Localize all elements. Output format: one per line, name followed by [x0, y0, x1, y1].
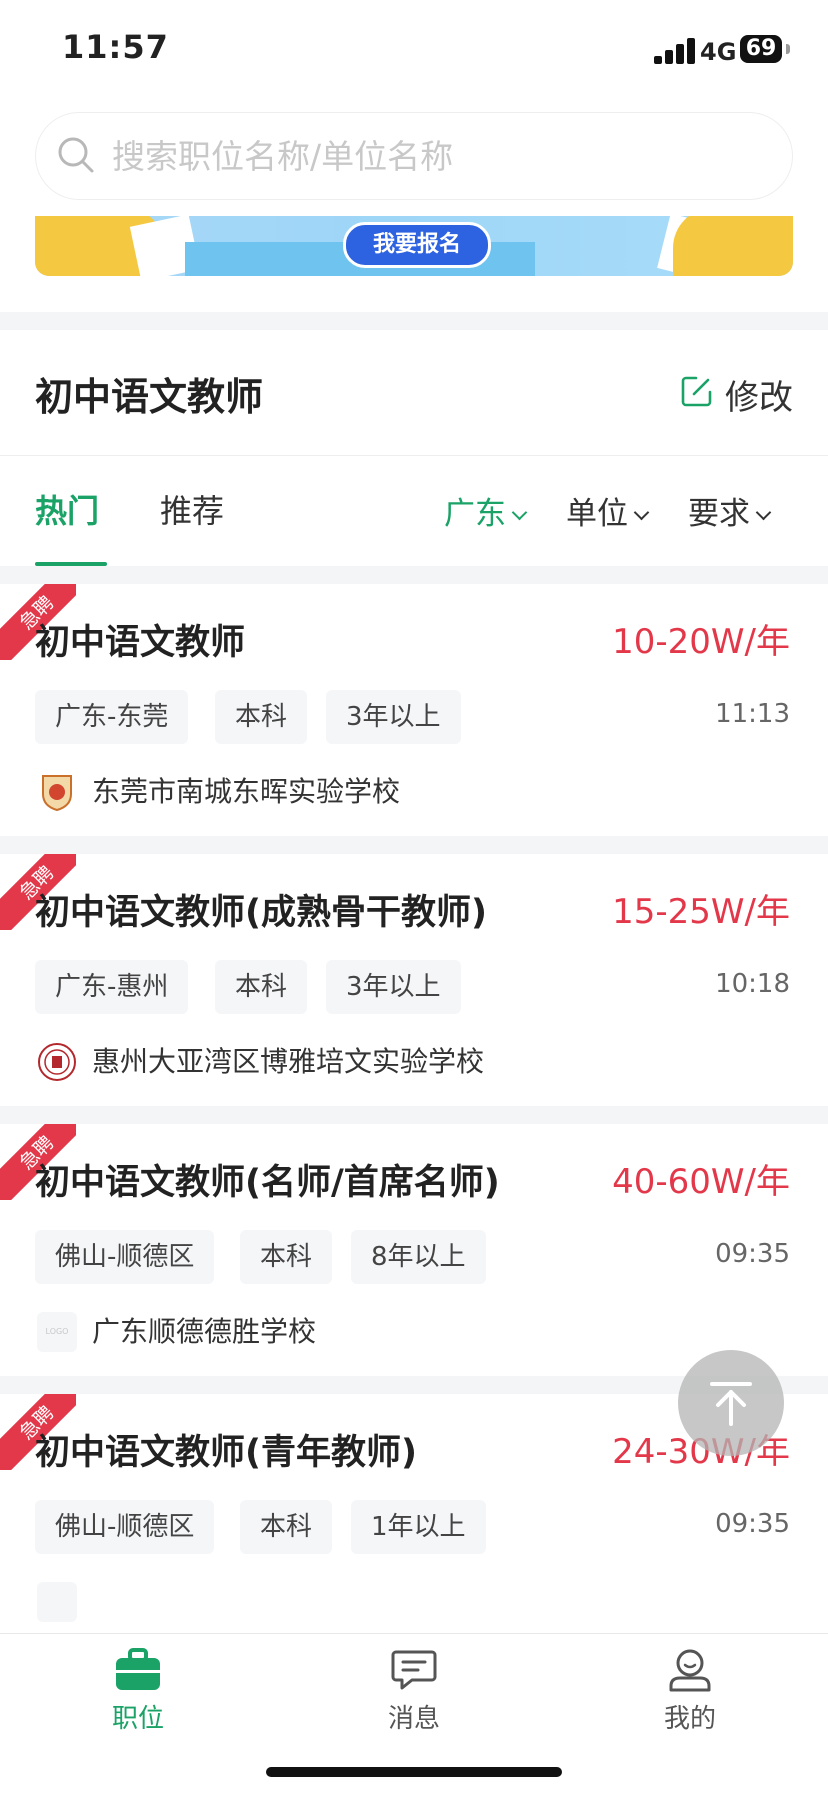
message-icon [391, 1650, 437, 1690]
job-time: 10:18 [715, 969, 790, 999]
job-card[interactable]: 急聘 初中语文教师(名师/首席名师) 40-60W/年 佛山-顺德区 本科 8年… [0, 1124, 828, 1376]
section-gap [0, 1106, 828, 1124]
search-input[interactable] [112, 134, 752, 178]
page-title: 初中语文教师 [35, 375, 264, 419]
job-time: 09:35 [715, 1239, 790, 1269]
search-icon [58, 137, 94, 173]
arrow-up-icon [710, 1382, 752, 1426]
tab-recommend[interactable]: 推荐 [160, 486, 224, 532]
job-tag-location: 广东-惠州 [35, 960, 189, 1014]
tab-hot[interactable]: 热门 [35, 486, 99, 532]
promo-banner[interactable]: 我要报名 [35, 216, 793, 276]
briefcase-icon [116, 1648, 160, 1690]
org-name: 惠州大亚湾区博雅培文实验学校 [92, 1045, 485, 1078]
job-tag-experience: 8年以上 [351, 1230, 486, 1284]
chevron-down-icon [633, 504, 650, 521]
school-logo-icon [42, 775, 72, 812]
status-bar: 11:57 4G 69 [0, 0, 828, 100]
filter-unit[interactable]: 单位 [566, 488, 650, 533]
job-title: 初中语文教师(青年教师) [35, 1433, 417, 1473]
filter-region-label: 广东 [444, 496, 506, 532]
job-tag-location: 广东-东莞 [35, 690, 189, 744]
edit-icon [681, 376, 712, 407]
job-tag-location: 佛山-顺德区 [35, 1230, 215, 1284]
tabbar-jobs-label: 职位 [111, 1704, 164, 1734]
job-card[interactable]: 急聘 初中语文教师(成熟骨干教师) 15-25W/年 广东-惠州 本科 3年以上… [0, 854, 828, 1106]
filter-requirement-label: 要求 [688, 496, 750, 532]
battery-tip [786, 44, 790, 54]
job-tag-education: 本科 [215, 690, 308, 744]
job-tag-education: 本科 [240, 1230, 333, 1284]
job-header: 初中语文教师 修改 [0, 330, 828, 454]
status-time: 11:57 [62, 28, 169, 66]
job-tag-experience: 3年以上 [326, 960, 461, 1014]
job-salary: 40-60W/年 [612, 1162, 790, 1202]
tabbar-profile[interactable]: 我的 [630, 1648, 750, 1735]
tabbar-profile-label: 我的 [663, 1704, 716, 1734]
back-to-top-button[interactable] [678, 1350, 784, 1456]
job-time: 09:35 [715, 1509, 790, 1539]
search-bar[interactable] [35, 112, 793, 200]
chevron-down-icon [755, 504, 772, 521]
section-gap [0, 836, 828, 854]
signal-icon [654, 38, 700, 64]
home-indicator [266, 1767, 562, 1777]
job-title: 初中语文教师 [35, 623, 246, 663]
placeholder-logo-icon [37, 1582, 77, 1622]
org-name: 广东顺德德胜学校 [92, 1315, 317, 1348]
job-tag-education: 本科 [240, 1500, 333, 1554]
job-salary: 10-20W/年 [612, 622, 790, 662]
job-tag-education: 本科 [215, 960, 308, 1014]
job-tag-experience: 1年以上 [351, 1500, 486, 1554]
job-title: 初中语文教师(名师/首席名师) [35, 1163, 500, 1203]
network-label: 4G [700, 38, 737, 66]
job-salary: 15-25W/年 [612, 892, 790, 932]
tabbar-messages-label: 消息 [387, 1704, 440, 1734]
banner-illustration-right [673, 216, 793, 276]
org-name: 东莞市南城东晖实验学校 [92, 775, 401, 808]
job-time: 11:13 [715, 699, 790, 729]
tabbar-messages[interactable]: 消息 [354, 1648, 474, 1735]
tabbar-jobs[interactable]: 职位 [78, 1648, 198, 1735]
section-gap [0, 312, 828, 330]
job-title: 初中语文教师(成熟骨干教师) [35, 893, 487, 933]
section-gap [0, 566, 828, 584]
filter-region[interactable]: 广东 [444, 488, 528, 533]
profile-icon [669, 1649, 711, 1692]
job-tag-location: 佛山-顺德区 [35, 1500, 215, 1554]
tab-bar: 热门 推荐 广东 单位 要求 [0, 456, 828, 566]
chevron-down-icon [511, 504, 528, 521]
job-card[interactable]: 急聘 初中语文教师 10-20W/年 广东-东莞 本科 3年以上 11:13 东… [0, 584, 828, 836]
banner-signup-button[interactable]: 我要报名 [343, 222, 491, 268]
school-logo-icon [38, 1043, 76, 1081]
job-tag-experience: 3年以上 [326, 690, 461, 744]
battery-icon: 69 [740, 35, 782, 63]
filter-unit-label: 单位 [566, 496, 628, 532]
filter-requirement[interactable]: 要求 [688, 488, 772, 533]
placeholder-logo-icon: LOGO [37, 1312, 77, 1352]
edit-label: 修改 [725, 378, 793, 418]
